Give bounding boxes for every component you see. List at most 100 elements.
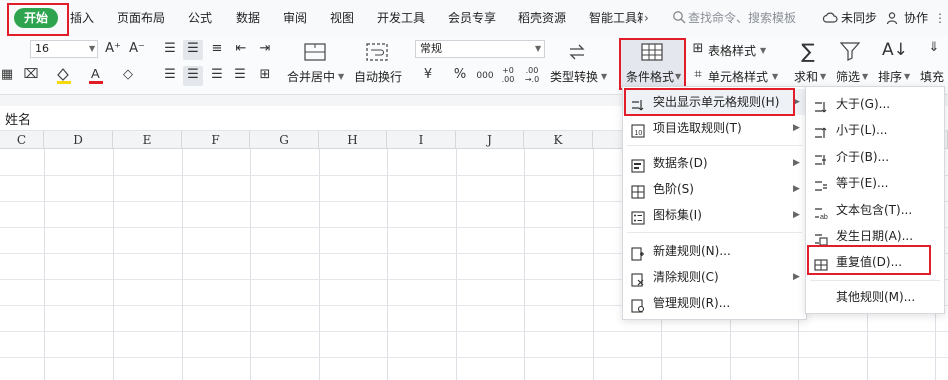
align-bottom-icon[interactable]: ≡ <box>210 42 224 56</box>
align-top-icon[interactable]: ☰ <box>163 42 177 56</box>
grid-column-line <box>319 149 320 380</box>
number-format-select[interactable]: 常规 <box>415 40 545 58</box>
date-occurring-icon <box>814 229 828 246</box>
menu-item-less-than[interactable]: 小于(L)... <box>806 117 944 143</box>
currency-icon[interactable]: ¥ <box>420 68 436 82</box>
type-convert-label[interactable]: 类型转换 <box>550 68 598 85</box>
font-size-value: 16 <box>35 42 49 55</box>
menu-tab-bar: 开始 插入 页面布局 公式 数据 审阅 视图 开发工具 会员专享 稻壳资源 智能… <box>0 0 948 37</box>
tab-page-layout[interactable]: 页面布局 <box>117 8 165 28</box>
chevron-down-icon: ▼ <box>601 72 608 81</box>
conditional-format-menu: 突出显示单元格规则(H) ▶ 10 项目选取规则(T) ▶ 数据条(D) ▶ 色… <box>622 86 807 320</box>
highlight-rules-submenu: 大于(G)... 小于(L)... 介于(B)... 等于(E)... ab 文… <box>805 86 945 314</box>
menu-item-text-contains[interactable]: ab 文本包含(T)... <box>806 197 944 223</box>
tab-member[interactable]: 会员专享 <box>448 8 496 28</box>
column-header-i[interactable]: I <box>387 131 456 149</box>
submenu-arrow-icon: ▶ <box>793 123 800 133</box>
align-right-icon[interactable]: ☰ <box>210 68 224 82</box>
menu-item-manage-rules[interactable]: 管理规则(R)... <box>623 290 806 316</box>
grid-column-line <box>387 149 388 380</box>
font-color-icon[interactable]: A <box>88 66 104 84</box>
column-header-d[interactable]: D <box>44 131 113 149</box>
submenu-arrow-icon: ▶ <box>793 184 800 194</box>
column-header-g[interactable]: G <box>250 131 319 149</box>
menu-item-label: 项目选取规则(T) <box>653 121 742 135</box>
percent-icon[interactable]: % <box>452 68 468 82</box>
filter-button[interactable]: 筛选 <box>836 68 860 85</box>
name-box[interactable]: 姓名 <box>5 109 31 128</box>
menu-item-label: 大于(G)... <box>836 97 891 111</box>
menu-item-top-bottom-rules[interactable]: 10 项目选取规则(T) ▶ <box>623 115 806 141</box>
menu-item-equal-to[interactable]: 等于(E)... <box>806 170 944 196</box>
decimal-decrease-icon[interactable]: .00 →.0 <box>521 66 543 84</box>
wrap-text-icon[interactable] <box>366 42 388 62</box>
tab-docer[interactable]: 稻壳资源 <box>518 8 566 28</box>
justify-icon[interactable]: ☰ <box>233 68 247 82</box>
eraser-icon[interactable]: ◇ <box>120 68 136 82</box>
sort-button[interactable]: 排序 <box>878 68 902 85</box>
sum-button[interactable]: 求和 <box>794 68 818 85</box>
indent-decrease-icon[interactable]: ⇤ <box>233 42 249 56</box>
search-command-input[interactable]: 查找命令、搜索模板 <box>688 8 796 28</box>
font-size-select[interactable]: 16 <box>30 40 98 58</box>
sync-status[interactable]: 未同步 <box>841 8 877 28</box>
align-middle-icon: ☰ <box>187 41 199 56</box>
less-than-icon <box>814 123 828 138</box>
tab-formulas[interactable]: 公式 <box>188 8 212 28</box>
border-icon[interactable]: ▦ <box>0 68 14 82</box>
indent-increase-icon[interactable]: ⇥ <box>257 42 273 56</box>
fill-icon: ⇓ <box>928 40 940 55</box>
clear-format-brush-icon[interactable]: ⌧ <box>22 68 40 82</box>
tab-smart-tools[interactable]: 智能工具箱 <box>589 8 643 28</box>
cell-style-button[interactable]: 单元格样式 <box>708 68 768 85</box>
font-grow-icon[interactable]: A⁺ <box>104 42 122 56</box>
highlight-box-highlight-rules <box>624 88 795 116</box>
collaborate-button[interactable]: 协作 <box>904 8 928 28</box>
menu-item-other-rules[interactable]: 其他规则(M)... <box>806 284 944 310</box>
tab-insert[interactable]: 插入 <box>70 8 94 28</box>
menu-item-data-bars[interactable]: 数据条(D) ▶ <box>623 150 806 176</box>
sort-icon: A↓ <box>882 40 908 60</box>
wrap-text-label[interactable]: 自动换行 <box>354 68 402 85</box>
tab-more-arrow[interactable]: › <box>644 8 649 28</box>
grid-column-line <box>524 149 525 380</box>
tab-view[interactable]: 视图 <box>330 8 354 28</box>
column-header-c[interactable]: C <box>0 131 44 149</box>
decimal-increase-icon[interactable]: +0 .00 <box>497 66 519 84</box>
menu-separator <box>810 280 940 281</box>
menu-item-label: 文本包含(T)... <box>836 203 913 217</box>
grid-row-line <box>0 331 948 332</box>
merge-center-icon[interactable] <box>304 42 326 62</box>
number-format-value: 常规 <box>420 42 442 55</box>
menu-item-greater-than[interactable]: 大于(G)... <box>806 91 944 117</box>
table-style-button[interactable]: 表格样式 <box>708 42 756 59</box>
grid-column-line <box>593 149 594 380</box>
type-convert-icon[interactable] <box>566 42 588 62</box>
manage-rules-icon <box>631 296 645 313</box>
menu-item-color-scales[interactable]: 色阶(S) ▶ <box>623 176 806 202</box>
menu-item-icon-sets[interactable]: 图标集(I) ▶ <box>623 202 806 228</box>
column-header-e[interactable]: E <box>113 131 182 149</box>
column-header-h[interactable]: H <box>319 131 387 149</box>
thousands-separator-icon[interactable]: 000 <box>474 69 496 83</box>
menu-item-new-rule[interactable]: 新建规则(N)... <box>623 238 806 264</box>
align-center-icon: ☰ <box>187 67 199 82</box>
tab-developer[interactable]: 开发工具 <box>377 8 425 28</box>
menu-item-label: 管理规则(R)... <box>653 296 731 310</box>
distribute-icon[interactable]: ⊞ <box>257 68 273 82</box>
menu-item-clear-rules[interactable]: 清除规则(C) ▶ <box>623 264 806 290</box>
clear-rules-icon <box>631 270 645 287</box>
more-options-icon[interactable]: ⋮ <box>934 8 946 28</box>
merge-center-label[interactable]: 合并居中 <box>287 68 335 85</box>
tab-review[interactable]: 审阅 <box>283 8 307 28</box>
chevron-down-icon: ▼ <box>338 72 345 81</box>
fill-button[interactable]: 填充 <box>920 68 944 85</box>
column-header-k[interactable]: K <box>524 131 593 149</box>
font-shrink-icon[interactable]: A⁻ <box>128 42 146 56</box>
column-header-f[interactable]: F <box>182 131 250 149</box>
menu-item-between[interactable]: 介于(B)... <box>806 144 944 170</box>
align-left-icon[interactable]: ☰ <box>163 68 177 82</box>
column-header-j[interactable]: J <box>456 131 524 149</box>
tab-data[interactable]: 数据 <box>236 8 260 28</box>
fill-color-icon[interactable] <box>55 66 73 84</box>
